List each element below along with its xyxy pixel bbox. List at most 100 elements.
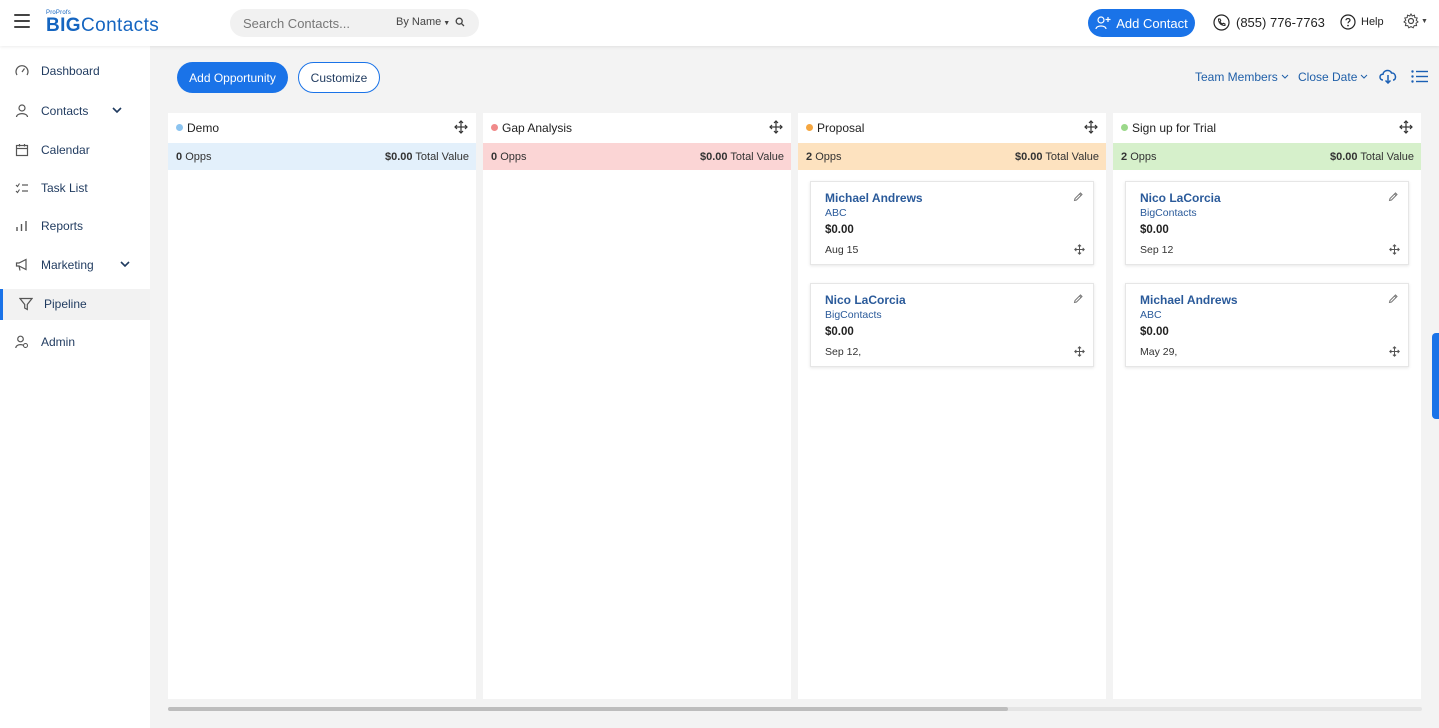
company-name: BigContacts [825,309,882,321]
pipeline-column: Demo 0 Opps $0.00 Total Value [168,113,476,699]
contact-name-link[interactable]: Nico LaCorcia [825,293,906,307]
help-icon [1340,14,1356,30]
sidebar-item-calendar[interactable]: Calendar [0,135,150,166]
total-value: $0.00 [385,151,413,163]
add-contact-button[interactable]: Add Contact [1088,9,1195,37]
search-mode-dropdown[interactable]: By Name ▼ [396,16,450,28]
drag-handle-icon[interactable] [1389,345,1400,360]
phone-icon [1213,14,1230,31]
company-name: BigContacts [1140,207,1197,219]
move-icon[interactable] [769,120,783,137]
stage-summary: 0 Opps $0.00 Total Value [168,143,476,170]
sidebar-item-admin[interactable]: Admin [0,327,150,358]
pipeline-icon [19,297,33,311]
opps-count: 0 [176,151,183,163]
sidebar-item-marketing[interactable]: Marketing [0,250,150,281]
deal-amount: $0.00 [1140,224,1169,236]
reports-icon [16,221,27,231]
opps-label: Opps [185,151,212,163]
close-date: Sep 12 [1140,244,1174,256]
help-label: Help [1361,16,1384,28]
drag-handle-icon[interactable] [1074,345,1085,360]
sidebar-item-label: Admin [41,335,76,349]
help-button[interactable]: Help [1340,14,1384,30]
chevron-down-icon [1361,74,1368,79]
customize-button[interactable]: Customize [298,62,380,93]
marketing-icon [15,258,27,271]
stage-color-dot [176,124,183,131]
horizontal-scrollbar[interactable] [168,707,1008,711]
sidebar-item-dashboard[interactable]: Dashboard [0,56,150,87]
move-icon[interactable] [1084,120,1098,137]
search-input[interactable] [243,9,383,37]
sidebar-item-pipeline[interactable]: Pipeline [0,289,150,320]
close-date: May 29, [1140,346,1178,358]
team-members-label: Team Members [1195,70,1278,84]
caret-down-icon: ▼ [443,20,451,27]
opportunity-card[interactable]: Michael Andrews ABC $0.00 Aug 15 [810,181,1094,265]
column-header: Gap Analysis [483,113,791,143]
close-date: Sep 12, [825,346,862,358]
edit-icon[interactable] [1073,292,1084,307]
sidebar: Dashboard Contacts Calendar Task List Re… [0,46,150,728]
total-value-label: Total Value [1360,151,1414,163]
pipeline-column: Sign up for Trial 2 Opps $0.00 Total Value… [1113,113,1421,699]
admin-icon [15,335,28,349]
add-opportunity-button[interactable]: Add Opportunity [177,62,288,93]
search-icon[interactable] [455,17,465,27]
sidebar-item-contacts[interactable]: Contacts [0,96,150,127]
move-icon[interactable] [454,120,468,137]
add-contact-label: Add Contact [1116,15,1188,31]
stage-summary: 0 Opps $0.00 Total Value [483,143,791,170]
edit-icon[interactable] [1388,292,1399,307]
team-members-filter[interactable]: Team Members [1195,70,1289,84]
stage-title: Sign up for Trial [1132,121,1217,135]
total-value: $0.00 [1330,151,1358,163]
logo[interactable]: ProProfs BIGContacts [46,10,159,36]
drag-handle-icon[interactable] [1389,243,1400,258]
phone-number-text: (855) 776-7763 [1236,15,1325,30]
settings-dropdown[interactable]: ▼ [1403,13,1428,29]
opportunity-card[interactable]: Nico LaCorcia BigContacts $0.00 Sep 12 [1125,181,1409,265]
contact-name-link[interactable]: Michael Andrews [1140,293,1238,307]
edit-icon[interactable] [1073,190,1084,205]
total-value-label: Total Value [1045,151,1099,163]
sidebar-item-task-list[interactable]: Task List [0,173,150,204]
close-date-filter[interactable]: Close Date [1298,70,1368,84]
task-list-icon [15,183,28,194]
phone-number[interactable]: (855) 776-7763 [1213,14,1325,31]
column-header: Proposal [798,113,1106,143]
caret-down-icon: ▼ [1421,17,1428,25]
cloud-download-icon[interactable] [1378,68,1398,84]
opportunity-card[interactable]: Michael Andrews ABC $0.00 May 29, [1125,283,1409,367]
deal-amount: $0.00 [1140,326,1169,338]
opps-label: Opps [500,151,527,163]
close-date: Aug 15 [825,244,859,256]
add-user-icon [1095,16,1111,30]
opps-label: Opps [1130,151,1157,163]
contact-name-link[interactable]: Nico LaCorcia [1140,191,1221,205]
stage-color-dot [806,124,813,131]
sidebar-item-label: Task List [41,181,88,195]
drag-handle-icon[interactable] [1074,243,1085,258]
stage-title: Gap Analysis [502,121,573,135]
sidebar-item-label: Contacts [41,104,89,118]
gear-icon [1403,13,1419,29]
sidebar-item-label: Marketing [41,258,94,272]
deal-amount: $0.00 [825,326,854,338]
calendar-icon [15,144,29,157]
sidebar-item-reports[interactable]: Reports [0,211,150,242]
opportunity-card[interactable]: Nico LaCorcia BigContacts $0.00 Sep 12, [810,283,1094,367]
stage-color-dot [1121,124,1128,131]
contact-name-link[interactable]: Michael Andrews [825,191,923,205]
stage-summary: 2 Opps $0.00 Total Value [1113,143,1421,170]
close-date-label: Close Date [1298,70,1358,84]
menu-icon[interactable] [14,14,30,28]
list-view-icon[interactable] [1411,70,1428,83]
feedback-side-tab[interactable] [1432,333,1439,419]
move-icon[interactable] [1399,120,1413,137]
pipeline-column: Proposal 2 Opps $0.00 Total Value Michael A… [798,113,1106,699]
stage-title: Proposal [817,121,865,135]
edit-icon[interactable] [1388,190,1399,205]
logo-bold: BIG [46,15,81,36]
